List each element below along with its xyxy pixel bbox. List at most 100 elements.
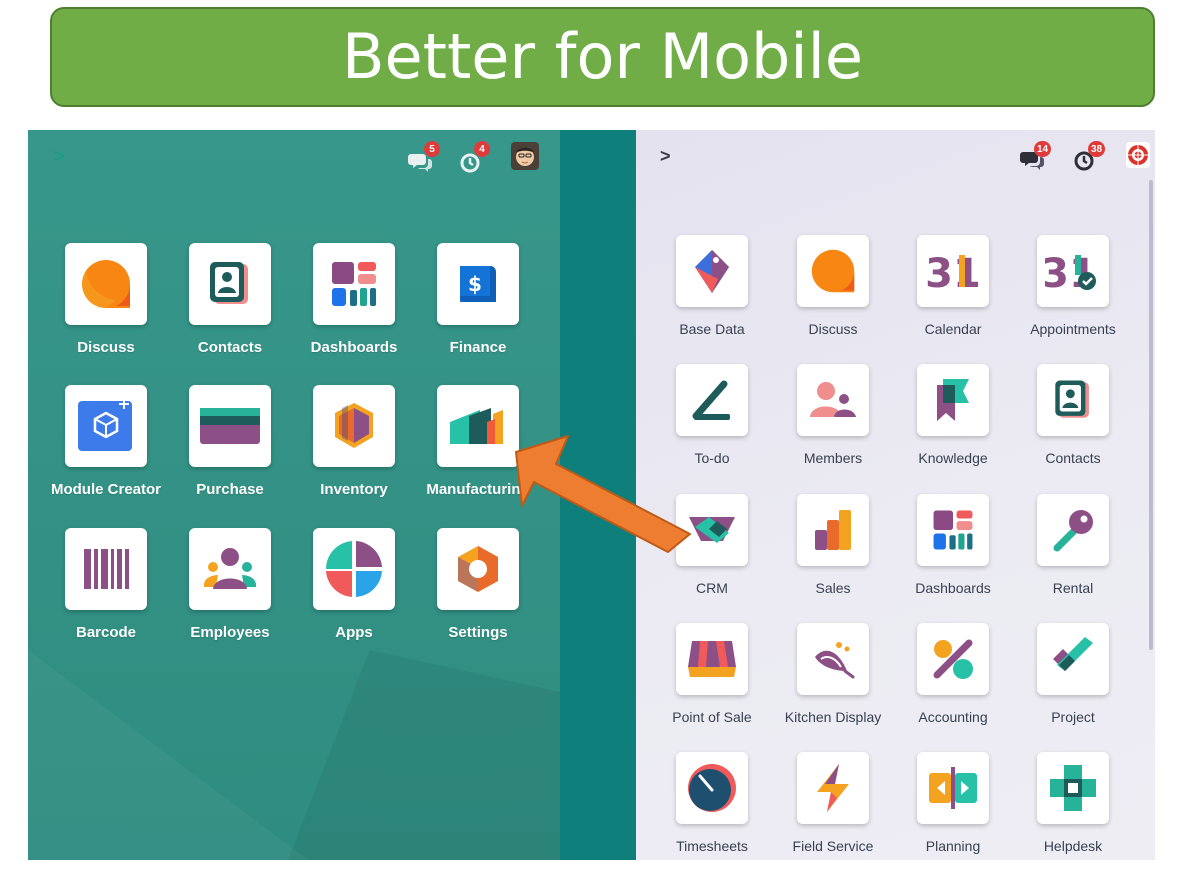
app-contacts[interactable]: Contacts xyxy=(170,243,290,356)
manufacturing-icon xyxy=(437,385,519,467)
user-avatar-icon xyxy=(511,142,539,170)
app-planning[interactable]: Planning xyxy=(893,752,1013,854)
app-label: Base Data xyxy=(679,321,745,337)
members-icon xyxy=(797,364,869,436)
accounting-icon xyxy=(917,623,989,695)
app-base-data[interactable]: Base Data xyxy=(652,235,772,337)
app-label: Employees xyxy=(190,624,270,641)
todo-icon xyxy=(676,364,748,436)
app-label: To-do xyxy=(694,450,730,466)
module-creator-icon xyxy=(65,385,147,467)
discuss-systray-button[interactable]: 14 xyxy=(1020,141,1056,170)
app-label: Field Service xyxy=(792,838,874,854)
app-label: Project xyxy=(1051,709,1095,725)
app-todo[interactable]: To-do xyxy=(652,364,772,466)
app-label: Discuss xyxy=(808,321,858,337)
app-label: Contacts xyxy=(197,339,263,356)
discuss-count-badge: 5 xyxy=(424,141,440,157)
app-finance[interactable]: $ Finance xyxy=(418,243,538,356)
app-helpdesk[interactable]: Helpdesk xyxy=(1013,752,1133,854)
app-label: Module Creator xyxy=(50,481,161,498)
divider-strip xyxy=(560,130,636,860)
app-settings[interactable]: Settings xyxy=(418,528,538,641)
app-module-creator[interactable]: Module Creator xyxy=(46,385,166,498)
app-manufacturing[interactable]: Manufacturing xyxy=(418,385,538,498)
employees-icon xyxy=(189,528,271,610)
right-phone-screen: > 14 38 Base Data Discuss 31 Calendar 31… xyxy=(636,130,1155,860)
app-label: Contacts xyxy=(1045,450,1101,466)
base-data-icon xyxy=(676,235,748,307)
knowledge-icon xyxy=(917,364,989,436)
app-label: Appointments xyxy=(1030,321,1116,337)
app-label: Barcode xyxy=(75,624,137,641)
app-contacts[interactable]: Contacts xyxy=(1013,364,1133,466)
app-apps[interactable]: Apps xyxy=(294,528,414,641)
finance-icon: $ xyxy=(437,243,519,325)
app-project[interactable]: Project xyxy=(1013,623,1133,725)
app-label: Apps xyxy=(335,624,373,641)
discuss-systray-button[interactable]: 5 xyxy=(408,141,442,172)
company-avatar[interactable] xyxy=(1126,142,1150,168)
app-label: Settings xyxy=(448,624,508,641)
app-label: Accounting xyxy=(918,709,988,725)
app-accounting[interactable]: Accounting xyxy=(893,623,1013,725)
activity-count-badge: 38 xyxy=(1088,141,1106,157)
app-discuss[interactable]: Discuss xyxy=(773,235,893,337)
app-dashboards[interactable]: Dashboards xyxy=(893,494,1013,596)
helpdesk-icon xyxy=(1037,752,1109,824)
app-field-service[interactable]: Field Service xyxy=(773,752,893,854)
app-employees[interactable]: Employees xyxy=(170,528,290,641)
app-label: Timesheets xyxy=(676,838,748,854)
app-point-of-sale[interactable]: Point of Sale xyxy=(652,623,772,725)
app-label: Rental xyxy=(1052,580,1094,596)
app-label: Knowledge xyxy=(918,450,988,466)
activity-systray-button[interactable]: 38 xyxy=(1074,141,1112,171)
app-crm[interactable]: CRM xyxy=(652,494,772,596)
app-purchase[interactable]: Purchase xyxy=(170,385,290,498)
app-label: Sales xyxy=(815,580,851,596)
app-dashboards[interactable]: Dashboards xyxy=(294,243,414,356)
apps-icon xyxy=(313,528,395,610)
scrollbar[interactable] xyxy=(1149,180,1153,650)
activity-count-badge: 4 xyxy=(474,141,490,157)
slide-banner: Better for Mobile xyxy=(50,7,1155,107)
app-label: Manufacturing xyxy=(426,481,530,498)
app-calendar[interactable]: 31 Calendar xyxy=(893,235,1013,337)
app-label: Helpdesk xyxy=(1043,838,1103,854)
menu-toggle-chevron-icon[interactable]: > xyxy=(54,146,65,167)
crm-icon xyxy=(676,494,748,566)
app-discuss[interactable]: Discuss xyxy=(46,243,166,356)
app-inventory[interactable]: Inventory xyxy=(294,385,414,498)
inventory-icon xyxy=(313,385,395,467)
banner-title: Better for Mobile xyxy=(342,20,863,93)
app-label: Finance xyxy=(449,339,507,356)
app-label: Inventory xyxy=(320,481,388,498)
settings-icon xyxy=(437,528,519,610)
app-label: Purchase xyxy=(196,481,264,498)
left-phone-screen: > 5 4 Discuss Contacts Dashboards $ Fina… xyxy=(28,130,560,860)
app-members[interactable]: Members xyxy=(773,364,893,466)
app-label: Calendar xyxy=(924,321,982,337)
app-sales[interactable]: Sales xyxy=(773,494,893,596)
app-label: Point of Sale xyxy=(672,709,752,725)
svg-text:$: $ xyxy=(468,272,482,296)
app-label: Planning xyxy=(925,838,981,854)
barcode-icon xyxy=(65,528,147,610)
activity-systray-button[interactable]: 4 xyxy=(460,141,494,173)
sales-icon xyxy=(797,494,869,566)
user-avatar[interactable] xyxy=(511,142,539,170)
company-logo-icon xyxy=(1128,145,1148,165)
contacts-icon xyxy=(189,243,271,325)
menu-toggle-chevron-icon[interactable]: > xyxy=(660,146,671,167)
app-knowledge[interactable]: Knowledge xyxy=(893,364,1013,466)
app-barcode[interactable]: Barcode xyxy=(46,528,166,641)
app-rental[interactable]: Rental xyxy=(1013,494,1133,596)
app-kitchen-display[interactable]: Kitchen Display xyxy=(773,623,893,725)
app-label: CRM xyxy=(696,580,728,596)
app-appointments[interactable]: 31 Appointments xyxy=(1013,235,1133,337)
planning-icon xyxy=(917,752,989,824)
project-icon xyxy=(1037,623,1109,695)
discuss-count-badge: 14 xyxy=(1034,141,1052,157)
kitchen-display-icon xyxy=(797,623,869,695)
app-timesheets[interactable]: Timesheets xyxy=(652,752,772,854)
